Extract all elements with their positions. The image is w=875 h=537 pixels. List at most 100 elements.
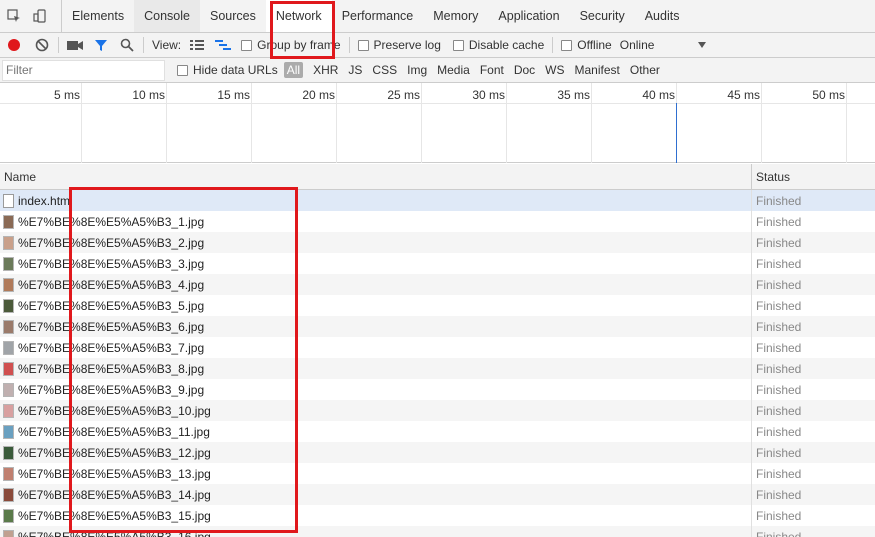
- table-row[interactable]: %E7%BE%8E%E5%A5%B3_11.jpg Finished: [0, 421, 875, 442]
- row-name-text: %E7%BE%8E%E5%A5%B3_7.jpg: [18, 340, 205, 355]
- camera-icon[interactable]: [67, 37, 83, 53]
- row-name-cell[interactable]: %E7%BE%8E%E5%A5%B3_7.jpg: [0, 340, 751, 355]
- column-header-status[interactable]: Status: [751, 163, 790, 190]
- table-row[interactable]: %E7%BE%8E%E5%A5%B3_15.jpg Finished: [0, 505, 875, 526]
- row-status-cell: Finished: [751, 211, 801, 232]
- checkbox-box[interactable]: [177, 64, 188, 76]
- table-row[interactable]: %E7%BE%8E%E5%A5%B3_13.jpg Finished: [0, 463, 875, 484]
- row-name-cell[interactable]: %E7%BE%8E%E5%A5%B3_12.jpg: [0, 445, 751, 460]
- record-button[interactable]: [6, 37, 22, 53]
- row-name-cell[interactable]: %E7%BE%8E%E5%A5%B3_10.jpg: [0, 403, 751, 418]
- checkbox-box[interactable]: [452, 39, 464, 51]
- group-by-frame-label: Group by frame: [257, 38, 341, 52]
- grid-line: [166, 83, 167, 163]
- type-filter-js[interactable]: JS: [344, 62, 366, 78]
- tab-network[interactable]: Network: [265, 0, 332, 32]
- row-name-cell[interactable]: index.html: [0, 193, 751, 208]
- type-filter-doc[interactable]: Doc: [510, 62, 539, 78]
- filter-input[interactable]: [2, 59, 165, 81]
- requests-table: Name Status index.html Finished %E7%BE%8E%…: [0, 163, 875, 537]
- row-name-cell[interactable]: %E7%BE%8E%E5%A5%B3_16.jpg: [0, 529, 751, 537]
- tab-security[interactable]: Security: [570, 0, 635, 32]
- table-row[interactable]: index.html Finished: [0, 190, 875, 211]
- hide-data-urls-checkbox[interactable]: Hide data URLs: [177, 63, 278, 77]
- large-rows-icon[interactable]: [189, 37, 205, 53]
- table-row[interactable]: %E7%BE%8E%E5%A5%B3_3.jpg Finished: [0, 253, 875, 274]
- row-name-cell[interactable]: %E7%BE%8E%E5%A5%B3_2.jpg: [0, 235, 751, 250]
- device-toolbar-icon[interactable]: [32, 8, 48, 24]
- table-row[interactable]: %E7%BE%8E%E5%A5%B3_10.jpg Finished: [0, 400, 875, 421]
- type-filter-xhr[interactable]: XHR: [309, 62, 342, 78]
- row-name-cell[interactable]: %E7%BE%8E%E5%A5%B3_11.jpg: [0, 424, 751, 439]
- image-thumbnail-icon: [3, 298, 14, 313]
- tab-audits[interactable]: Audits: [635, 0, 690, 32]
- row-status-cell: Finished: [751, 526, 801, 537]
- offline-checkbox[interactable]: Offline: [561, 38, 612, 52]
- tab-performance[interactable]: Performance: [332, 0, 424, 32]
- type-filter-other[interactable]: Other: [626, 62, 664, 78]
- table-row[interactable]: %E7%BE%8E%E5%A5%B3_7.jpg Finished: [0, 337, 875, 358]
- checkbox-box[interactable]: [561, 39, 573, 51]
- tab-console[interactable]: Console: [134, 0, 200, 32]
- image-thumbnail-icon: [3, 256, 14, 271]
- type-filter-css[interactable]: CSS: [368, 62, 401, 78]
- checkbox-box[interactable]: [241, 39, 253, 51]
- chevron-down-icon[interactable]: [694, 37, 710, 53]
- tab-sources[interactable]: Sources: [200, 0, 266, 32]
- row-name-text: %E7%BE%8E%E5%A5%B3_8.jpg: [18, 361, 205, 376]
- table-row[interactable]: %E7%BE%8E%E5%A5%B3_6.jpg Finished: [0, 316, 875, 337]
- table-row[interactable]: %E7%BE%8E%E5%A5%B3_1.jpg Finished: [0, 211, 875, 232]
- row-name-cell[interactable]: %E7%BE%8E%E5%A5%B3_3.jpg: [0, 256, 751, 271]
- inspect-element-icon[interactable]: [6, 8, 22, 24]
- tab-memory[interactable]: Memory: [423, 0, 488, 32]
- tick-row-divider: [0, 103, 875, 104]
- row-name-cell[interactable]: %E7%BE%8E%E5%A5%B3_8.jpg: [0, 361, 751, 376]
- table-row[interactable]: %E7%BE%8E%E5%A5%B3_8.jpg Finished: [0, 358, 875, 379]
- table-row[interactable]: %E7%BE%8E%E5%A5%B3_2.jpg Finished: [0, 232, 875, 253]
- type-filter-ws[interactable]: WS: [541, 62, 568, 78]
- tab-application[interactable]: Application: [488, 0, 569, 32]
- preserve-log-label: Preserve log: [373, 38, 441, 52]
- table-row[interactable]: %E7%BE%8E%E5%A5%B3_12.jpg Finished: [0, 442, 875, 463]
- tick-label: 25 ms: [387, 88, 420, 102]
- type-filter-font[interactable]: Font: [476, 62, 508, 78]
- row-status-cell: Finished: [751, 232, 801, 253]
- search-icon[interactable]: [119, 37, 135, 53]
- type-filter-manifest[interactable]: Manifest: [571, 62, 624, 78]
- type-filter-all[interactable]: All: [283, 62, 304, 78]
- filter-icon[interactable]: [93, 37, 109, 53]
- row-name-cell[interactable]: %E7%BE%8E%E5%A5%B3_5.jpg: [0, 298, 751, 313]
- type-filter-img[interactable]: Img: [403, 62, 431, 78]
- tab-elements[interactable]: Elements: [62, 0, 134, 32]
- row-name-cell[interactable]: %E7%BE%8E%E5%A5%B3_1.jpg: [0, 214, 751, 229]
- preserve-log-checkbox[interactable]: Preserve log: [357, 38, 441, 52]
- row-name-text: %E7%BE%8E%E5%A5%B3_14.jpg: [18, 487, 211, 502]
- row-name-cell[interactable]: %E7%BE%8E%E5%A5%B3_13.jpg: [0, 466, 751, 481]
- row-name-cell[interactable]: %E7%BE%8E%E5%A5%B3_15.jpg: [0, 508, 751, 523]
- type-filter-media[interactable]: Media: [433, 62, 474, 78]
- clear-button[interactable]: [34, 37, 50, 53]
- throttling-select[interactable]: Online: [620, 38, 655, 52]
- disable-cache-checkbox[interactable]: Disable cache: [452, 38, 544, 52]
- table-row[interactable]: %E7%BE%8E%E5%A5%B3_5.jpg Finished: [0, 295, 875, 316]
- row-name-cell[interactable]: %E7%BE%8E%E5%A5%B3_14.jpg: [0, 487, 751, 502]
- checkbox-box[interactable]: [357, 39, 369, 51]
- tick-label: 40 ms: [642, 88, 675, 102]
- image-thumbnail-icon: [3, 403, 14, 418]
- table-row[interactable]: %E7%BE%8E%E5%A5%B3_4.jpg Finished: [0, 274, 875, 295]
- column-header-name[interactable]: Name: [0, 170, 751, 184]
- row-name-text: %E7%BE%8E%E5%A5%B3_5.jpg: [18, 298, 205, 313]
- table-row[interactable]: %E7%BE%8E%E5%A5%B3_14.jpg Finished: [0, 484, 875, 505]
- row-name-cell[interactable]: %E7%BE%8E%E5%A5%B3_9.jpg: [0, 382, 751, 397]
- tick-label: 50 ms: [812, 88, 845, 102]
- row-name-text: %E7%BE%8E%E5%A5%B3_1.jpg: [18, 214, 205, 229]
- table-row[interactable]: %E7%BE%8E%E5%A5%B3_16.jpg Finished: [0, 526, 875, 537]
- timeline-overview[interactable]: 5 ms 10 ms 15 ms 20 ms 25 ms 30 ms 35 ms…: [0, 83, 875, 163]
- row-name-cell[interactable]: %E7%BE%8E%E5%A5%B3_6.jpg: [0, 319, 751, 334]
- row-name-cell[interactable]: %E7%BE%8E%E5%A5%B3_4.jpg: [0, 277, 751, 292]
- table-row[interactable]: %E7%BE%8E%E5%A5%B3_9.jpg Finished: [0, 379, 875, 400]
- waterfall-overview-icon[interactable]: [215, 37, 232, 53]
- group-by-frame-checkbox[interactable]: Group by frame: [241, 38, 341, 52]
- row-status-cell: Finished: [751, 253, 801, 274]
- row-status-cell: Finished: [751, 463, 801, 484]
